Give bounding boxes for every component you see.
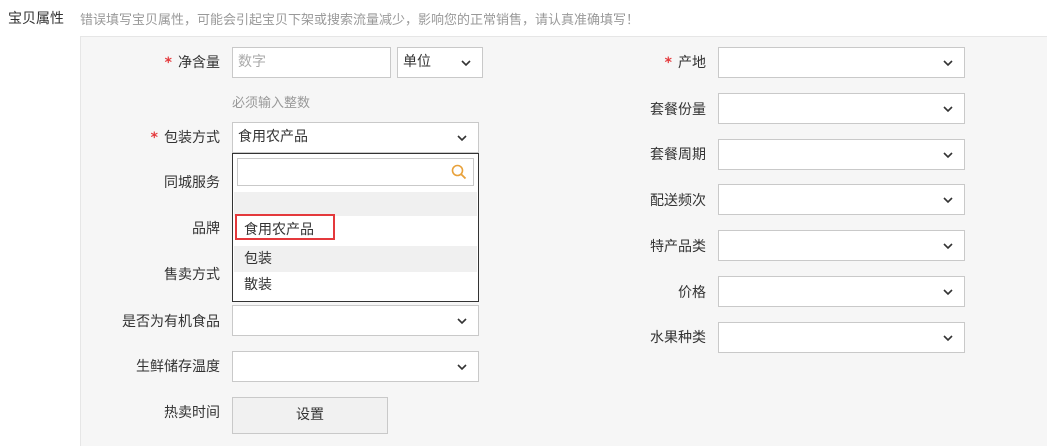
net-content-input[interactable]: 数字: [232, 47, 391, 78]
net-content-hint: 必须输入整数: [232, 96, 311, 111]
dropdown-option-bulk[interactable]: 散装: [234, 272, 477, 298]
net-content-label: * 净含量: [164, 55, 220, 71]
storage-temp-label: 生鲜储存温度: [136, 359, 220, 375]
price-select[interactable]: [718, 276, 965, 307]
section-title: 宝贝属性: [8, 11, 64, 27]
package-cycle-select[interactable]: [718, 139, 965, 170]
package-cycle-label: 套餐周期: [650, 147, 706, 163]
hot-time-set-button[interactable]: 设置: [232, 397, 388, 434]
chevron-down-icon: [942, 332, 954, 344]
search-icon: [451, 164, 467, 180]
chevron-down-icon: [456, 361, 468, 373]
chevron-down-icon: [942, 240, 954, 252]
origin-select[interactable]: [718, 47, 965, 78]
city-service-label: 同城服务: [164, 175, 220, 191]
delivery-freq-label: 配送频次: [650, 193, 706, 209]
brand-label: 品牌: [192, 221, 220, 237]
origin-label: * 产地: [664, 55, 706, 71]
packaging-select[interactable]: 食用农产品: [232, 122, 479, 153]
organic-select[interactable]: [232, 305, 479, 336]
chevron-down-icon: [942, 103, 954, 115]
specialty-label: 特产品类: [650, 239, 706, 255]
chevron-down-icon: [942, 57, 954, 69]
highlight-box: [235, 214, 335, 240]
dropdown-empty-option[interactable]: [234, 192, 477, 216]
packaging-label: * 包装方式: [150, 130, 220, 146]
storage-temp-select[interactable]: [232, 351, 479, 382]
delivery-freq-select[interactable]: [718, 184, 965, 215]
chevron-down-icon: [942, 149, 954, 161]
specialty-select[interactable]: [718, 230, 965, 261]
chevron-down-icon: [456, 132, 468, 144]
organic-label: 是否为有机食品: [122, 314, 220, 330]
package-qty-label: 套餐份量: [650, 102, 706, 118]
chevron-down-icon: [942, 194, 954, 206]
price-label: 价格: [678, 285, 706, 301]
hot-time-label: 热卖时间: [164, 405, 220, 421]
package-qty-select[interactable]: [718, 93, 965, 124]
unit-select[interactable]: 单位: [397, 47, 483, 78]
dropdown-option-packaged[interactable]: 包装: [234, 246, 477, 272]
dropdown-search-input[interactable]: [237, 158, 474, 186]
fruit-type-select[interactable]: [718, 322, 965, 353]
sale-method-label: 售卖方式: [164, 267, 220, 283]
chevron-down-icon: [456, 315, 468, 327]
chevron-down-icon: [460, 57, 472, 69]
warning-text: 错误填写宝贝属性，可能会引起宝贝下架或搜索流量减少，影响您的正常销售，请认真准确…: [80, 13, 640, 28]
chevron-down-icon: [942, 286, 954, 298]
fruit-type-label: 水果种类: [650, 330, 706, 346]
